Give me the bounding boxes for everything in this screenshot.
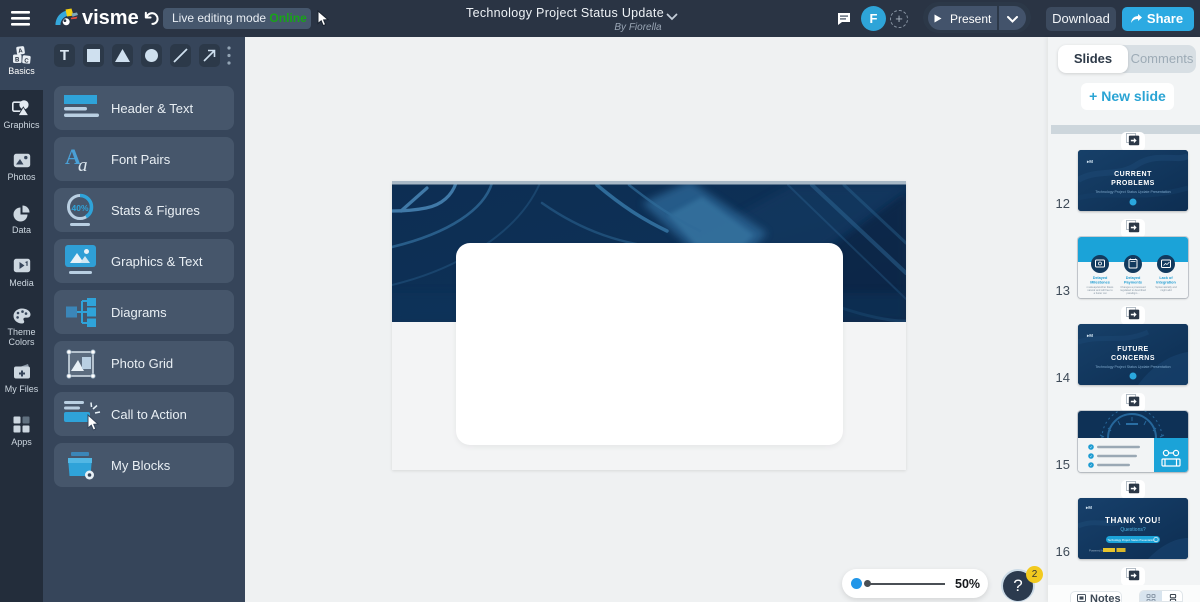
svg-text:might add: might add <box>1160 288 1172 292</box>
svg-text:✓: ✓ <box>1090 464 1093 468</box>
svg-text:Powered by: Powered by <box>1089 549 1105 553</box>
svg-text:Technology Project Status Pres: Technology Project Status Presentation <box>1108 538 1155 542</box>
svg-text:Lack of: Lack of <box>1159 276 1173 280</box>
svg-text:✓: ✓ <box>1090 446 1093 450</box>
svg-text:PROBLEMS: PROBLEMS <box>1111 180 1155 187</box>
svg-text:Technology Project Status Upda: Technology Project Status Update Present… <box>1095 365 1170 369</box>
svg-text:CURRENT: CURRENT <box>1114 171 1152 178</box>
svg-text:CONCERNS: CONCERNS <box>1111 355 1155 362</box>
svg-text:Milestones: Milestones <box>1090 281 1110 285</box>
svg-text:Integration: Integration <box>1156 281 1176 285</box>
svg-text:FUTURE: FUTURE <box>1117 346 1148 353</box>
svg-text:THANK YOU!: THANK YOU! <box>1105 516 1161 525</box>
svg-text:a fuster cat: a fuster cat <box>1094 291 1107 295</box>
svg-text:Delayed: Delayed <box>1126 276 1141 280</box>
svg-text:✓: ✓ <box>1090 455 1093 459</box>
svg-text:Questions?: Questions? <box>1120 527 1146 533</box>
svg-text:▸M: ▸M <box>1086 333 1093 338</box>
svg-text:Technology Project Status Upda: Technology Project Status Update Present… <box>1095 190 1170 194</box>
svg-text:a: a <box>78 155 88 174</box>
svg-text:Payments: Payments <box>1124 281 1142 285</box>
svg-text:Delayed: Delayed <box>1093 276 1108 280</box>
svg-text:40%: 40% <box>71 203 88 213</box>
svg-text:B: B <box>15 57 20 63</box>
svg-text:▸M: ▸M <box>1086 159 1093 164</box>
svg-text:▸M: ▸M <box>1085 505 1092 510</box>
svg-text:paradigm...: paradigm... <box>1127 291 1140 295</box>
